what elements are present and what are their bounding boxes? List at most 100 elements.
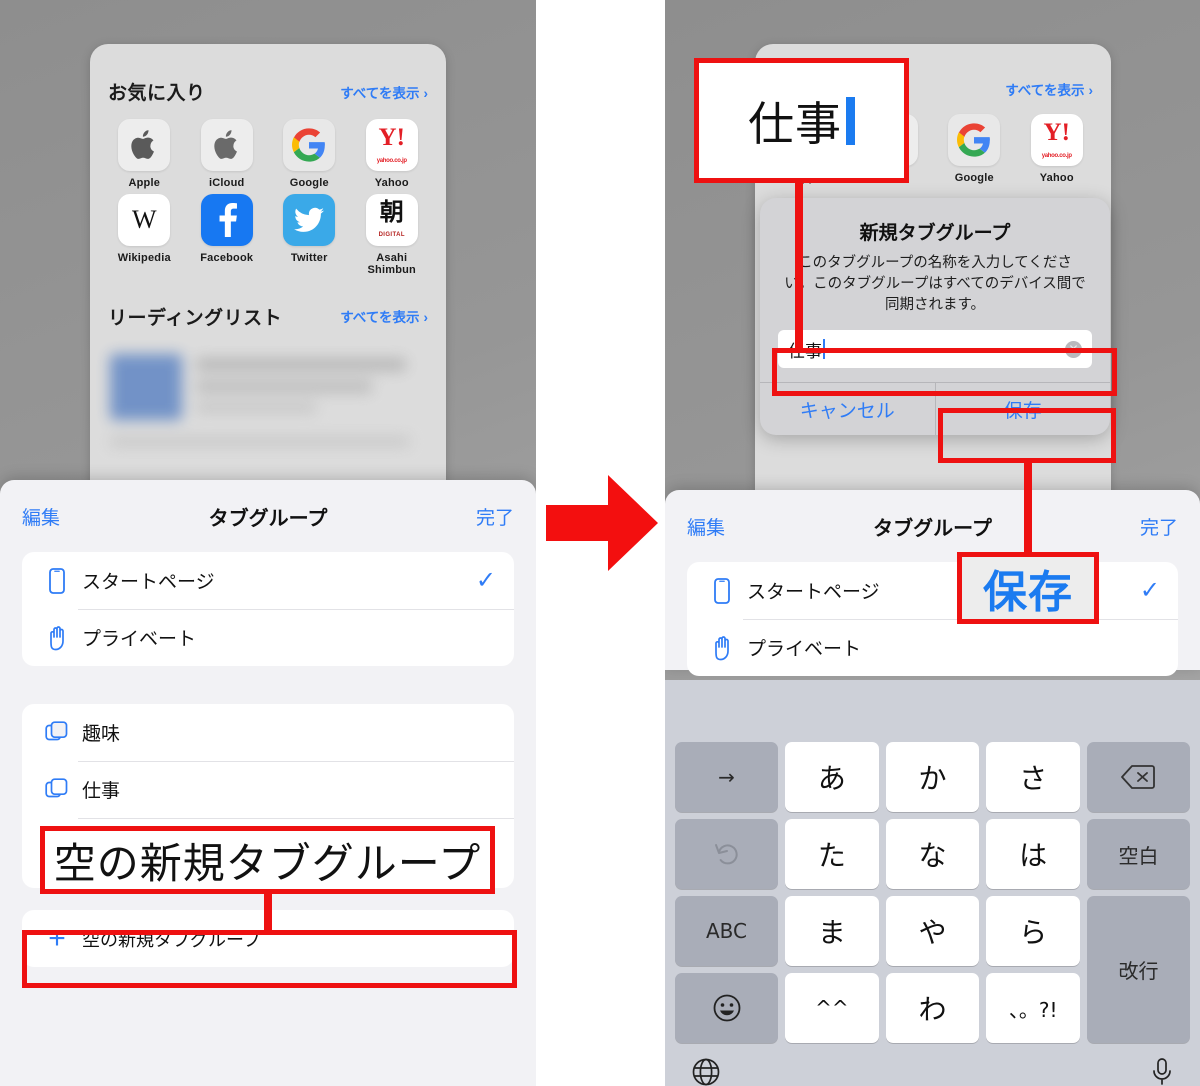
kana-a-key[interactable]: あ [785,742,879,812]
tab-group-label: スタートページ [747,582,880,603]
favorite-yahoo[interactable]: Y! yahoo.co.jp Yahoo [1017,114,1098,185]
favorite-icloud[interactable]: iCloud [187,119,268,190]
globe-key[interactable] [691,1057,721,1086]
favorites-show-all-link[interactable]: すべてを表示 › [1005,79,1093,99]
annotation-box-new-empty-tab-group-row [22,930,517,988]
favorite-google[interactable]: Google [269,119,350,190]
dialog-message: このタブグループの名称を入力してください。このタブグループはすべてのデバイス間で… [784,255,1086,314]
favorite-yahoo[interactable]: Y! yahoo.co.jp Yahoo [352,119,433,190]
reading-list-show-all-link[interactable]: すべてを表示 › [340,306,428,326]
kana-ya-key[interactable]: や [885,896,980,966]
step-transition-arrow-icon [546,465,658,581]
annotation-box-name-input [772,348,1117,396]
kana-ta-key[interactable]: た [785,819,879,889]
favorite-facebook[interactable]: Facebook [187,193,268,277]
return-key[interactable]: 改行 [1086,896,1190,1043]
kana-ra-key[interactable]: ら [986,896,1080,966]
undo-key[interactable] [675,819,778,889]
tab-group-row-work[interactable]: 仕事 [22,761,514,818]
yahoo-japan-icon: Y! yahoo.co.jp [365,119,418,171]
annotation-connector-line [264,888,272,932]
iphone-icon [705,577,739,604]
tab-group-sheet: 編集 タブグループ 完了 スタートページ ✓ プライベート [0,480,536,1086]
favorites-grid: Apple iCloud [90,105,446,277]
chevron-right-icon: › [423,310,429,326]
facebook-f-icon [200,193,253,246]
apple-logo-icon [200,119,253,171]
tab-group-row-private[interactable]: プライベート [22,609,514,666]
kana-wa-key[interactable]: わ [885,973,980,1043]
done-button[interactable]: 完了 [476,503,514,530]
hand-raised-icon [40,625,74,651]
callout-input-text: 仕事 [694,58,909,183]
wikipedia-w-icon: W [118,193,171,246]
twitter-bird-icon [283,193,336,246]
primary-group-card: スタートページ ✓ プライベート [22,552,514,666]
tab-group-row-private[interactable]: プライベート [687,619,1178,676]
kana-ka-key[interactable]: か [885,742,980,812]
tab-group-row-hobby[interactable]: 趣味 [22,704,514,761]
tab-group-label: プライベート [747,639,862,660]
kana-sa-key[interactable]: さ [986,742,1080,812]
backspace-key[interactable] [1086,742,1190,812]
tabs-stack-icon [40,720,74,745]
favorite-label: Apple [128,177,161,189]
edit-button[interactable]: 編集 [687,513,725,540]
annotation-connector-line [1024,460,1032,552]
annotation-connector-line [795,183,803,351]
yahoo-japan-icon: Y! yahoo.co.jp [1030,114,1083,166]
abc-mode-key[interactable]: ABC [675,896,778,966]
done-button[interactable]: 完了 [1140,513,1178,540]
favorite-wikipedia[interactable]: W Wikipedia [104,193,185,277]
reading-list-text-line [110,435,410,447]
checkmark-icon: ✓ [475,566,496,594]
cursor-right-key[interactable]: → [675,742,778,812]
apple-logo-icon [118,119,171,171]
favorite-apple[interactable]: Apple [104,119,185,190]
tab-group-row-start-page[interactable]: スタートページ ✓ [22,552,514,609]
edit-button[interactable]: 編集 [22,503,60,530]
callout-new-empty-tab-group-label: 空の新規タブグループ [53,838,482,888]
japanese-kana-keyboard: → あ か さ た な は 空白 ABC ま や ら 改行 ^^ わ 、。?! [665,680,1200,1086]
favorites-header: お気に入り すべてを表示 › [90,78,446,105]
new-tab-group-dialog: 新規タブグループ このタブグループの名称を入力してください。このタブグループはす… [760,198,1110,436]
favorite-label: Asahi Shimbun [367,251,416,277]
google-g-icon [948,114,1001,166]
favorite-twitter[interactable]: Twitter [269,193,350,277]
google-g-icon [283,119,336,171]
kana-ma-key[interactable]: ま [785,896,879,966]
kana-ha-key[interactable]: は [986,819,1080,889]
tab-group-row-start-page[interactable]: スタートページ ✓ [687,562,1178,619]
favorite-label: Wikipedia [117,251,171,264]
chevron-right-icon: › [1088,83,1094,98]
checkmark-icon: ✓ [1139,576,1160,604]
emoji-key[interactable] [675,973,778,1043]
annotation-box-save-button [938,408,1116,463]
kaomoji-key[interactable]: ^^ [785,973,879,1043]
favorite-label: Google [289,177,329,189]
favorite-label: iCloud [209,177,245,189]
punctuation-key[interactable]: 、。?! [986,973,1080,1043]
callout-new-empty-tab-group: 空の新規タブグループ [40,826,495,894]
primary-group-card: スタートページ ✓ プライベート [687,562,1178,676]
tab-group-label: プライベート [82,629,197,650]
sheet-title: タブグループ [208,507,328,530]
asahi-shimbun-icon: 朝 DIGITAL [365,193,418,246]
tab-group-label: 趣味 [82,724,121,745]
kana-na-key[interactable]: な [885,819,980,889]
callout-save-label: 保存 [983,567,1073,618]
favorites-title: お気に入り [108,83,206,104]
callout-save-button: 保存 [957,552,1099,624]
favorites-show-all-link[interactable]: すべてを表示 › [340,82,428,102]
space-key[interactable]: 空白 [1086,819,1190,889]
sheet-title: タブグループ [873,517,992,540]
favorite-label: Yahoo [1039,172,1074,184]
keyboard-suggestion-bar[interactable] [665,680,1200,742]
dictation-key[interactable] [1150,1057,1174,1086]
reading-list-show-all-label: すべてを表示 [340,310,420,326]
favorite-google[interactable]: Google [934,114,1015,185]
favorite-asahi-shimbun[interactable]: 朝 DIGITAL Asahi Shimbun [352,193,433,277]
reading-list-text-line [196,401,316,413]
reading-list-item-blurred[interactable] [104,344,432,462]
keyboard-bottom-bar [665,1043,1200,1086]
